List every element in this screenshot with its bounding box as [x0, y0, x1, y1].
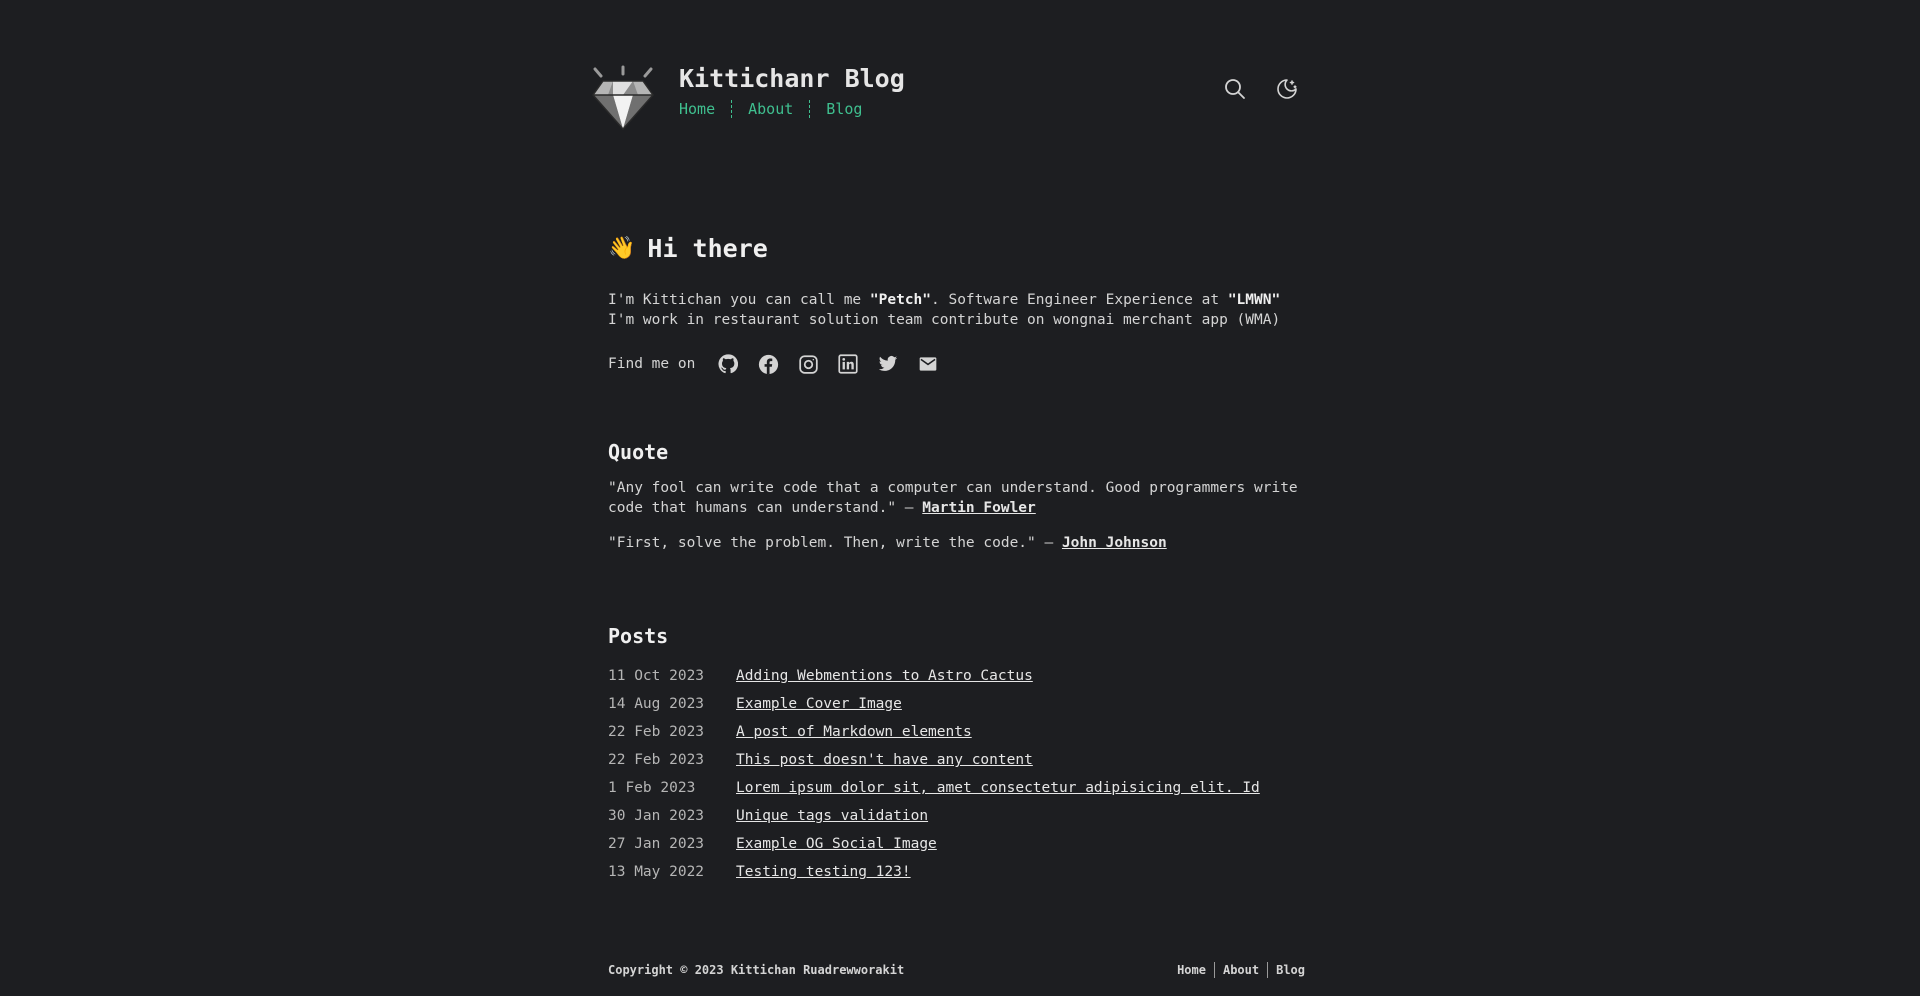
post-title-link[interactable]: Adding Webmentions to Astro Cactus	[736, 668, 1033, 684]
linkedin-icon[interactable]	[837, 353, 859, 375]
intro-text: I'm Kittichan you can call me	[608, 292, 870, 308]
copyright-text: Copyright © 2023 Kittichan Ruadrewworaki…	[608, 963, 905, 977]
footer-nav-divider	[1213, 962, 1215, 978]
footer-about-link[interactable]: About	[1223, 963, 1259, 977]
post-list-item: 1 Feb 2023 Lorem ipsum dolor sit, amet co…	[608, 774, 1308, 802]
post-list-item: 13 May 2022 Testing testing 123!	[608, 858, 1308, 886]
post-title-link[interactable]: Lorem ipsum dolor sit, amet consectetur …	[736, 780, 1260, 796]
post-title-link[interactable]: Example OG Social Image	[736, 836, 937, 852]
post-date: 13 May 2022	[608, 864, 705, 880]
post-date: 14 Aug 2023	[608, 696, 705, 712]
quote-text: "First, solve the problem. Then, write t…	[608, 535, 1062, 551]
footer-home-link[interactable]: Home	[1177, 963, 1206, 977]
moon-icon[interactable]	[1275, 77, 1299, 101]
post-title-link[interactable]: Unique tags validation	[736, 808, 928, 824]
footer-blog-link[interactable]: Blog	[1276, 963, 1305, 977]
intro-text: I'm work in restaurant solution team con…	[608, 312, 1281, 328]
posts-list: 11 Oct 2023 Adding Webmentions to Astro C…	[608, 662, 1308, 886]
nav-divider	[731, 100, 733, 118]
post-date: 22 Feb 2023	[608, 724, 705, 740]
quote-author-link[interactable]: Martin Fowler	[922, 500, 1036, 516]
quote-heading: Quote	[608, 440, 669, 464]
hello-heading-text: Hi there	[647, 233, 768, 263]
post-title-link[interactable]: Testing testing 123!	[736, 864, 911, 880]
intro-nickname: "Petch"	[869, 292, 932, 308]
main-content: 👋 Hi there I'm Kittichan you can call me…	[608, 228, 1308, 378]
header-actions	[1223, 77, 1299, 101]
site-footer: Copyright © 2023 Kittichan Ruadrewworaki…	[608, 962, 1305, 978]
post-title-link[interactable]: Example Cover Image	[736, 696, 902, 712]
github-icon[interactable]	[717, 353, 739, 375]
quote-author-link[interactable]: John Johnson	[1062, 535, 1167, 551]
footer-nav-divider	[1267, 962, 1269, 978]
post-date: 27 Jan 2023	[608, 836, 705, 852]
find-me-row: Find me on	[608, 350, 1308, 378]
post-date: 22 Feb 2023	[608, 752, 705, 768]
site-header: Kittichanr Blog Home About Blog	[589, 60, 1309, 140]
intro-paragraph: I'm Kittichan you can call me "Petch". S…	[608, 290, 1308, 330]
post-list-item: 14 Aug 2023 Example Cover Image	[608, 690, 1308, 718]
email-icon[interactable]	[917, 353, 939, 375]
diamond-logo-icon[interactable]	[589, 63, 657, 131]
nav-blog-link[interactable]: Blog	[826, 100, 862, 118]
social-links	[717, 353, 939, 375]
post-list-item: 22 Feb 2023 A post of Markdown elements	[608, 718, 1308, 746]
instagram-icon[interactable]	[797, 353, 819, 375]
site-title[interactable]: Kittichanr Blog	[679, 64, 905, 93]
post-title-link[interactable]: A post of Markdown elements	[736, 724, 972, 740]
quote-item: "Any fool can write code that a computer…	[608, 478, 1308, 518]
find-me-label: Find me on	[608, 356, 696, 372]
post-date: 30 Jan 2023	[608, 808, 705, 824]
footer-nav: Home About Blog	[1177, 962, 1305, 978]
post-list-item: 30 Jan 2023 Unique tags validation	[608, 802, 1308, 830]
nav-home-link[interactable]: Home	[679, 100, 715, 118]
posts-heading: Posts	[608, 624, 669, 648]
post-list-item: 27 Jan 2023 Example OG Social Image	[608, 830, 1308, 858]
waving-hand-emoji: 👋	[608, 235, 636, 261]
intro-text: . Software Engineer Experience at	[931, 292, 1228, 308]
post-title-link[interactable]: This post doesn't have any content	[736, 752, 1033, 768]
nav-divider	[809, 100, 811, 118]
post-list-item: 11 Oct 2023 Adding Webmentions to Astro C…	[608, 662, 1308, 690]
post-date: 11 Oct 2023	[608, 668, 705, 684]
main-nav: Home About Blog	[679, 100, 862, 118]
hello-heading: 👋 Hi there	[608, 228, 1308, 268]
posts-section: Posts 11 Oct 2023 Adding Webmentions to A…	[608, 624, 1308, 886]
post-list-item: 22 Feb 2023 This post doesn't have any co…	[608, 746, 1308, 774]
twitter-icon[interactable]	[877, 353, 899, 375]
facebook-icon[interactable]	[757, 353, 779, 375]
nav-about-link[interactable]: About	[748, 100, 793, 118]
intro-company: "LMWN"	[1227, 292, 1281, 308]
quote-section: Quote "Any fool can write code that a co…	[608, 440, 1308, 553]
search-icon[interactable]	[1223, 77, 1247, 101]
post-date: 1 Feb 2023	[608, 780, 696, 796]
quote-item: "First, solve the problem. Then, write t…	[608, 533, 1308, 553]
